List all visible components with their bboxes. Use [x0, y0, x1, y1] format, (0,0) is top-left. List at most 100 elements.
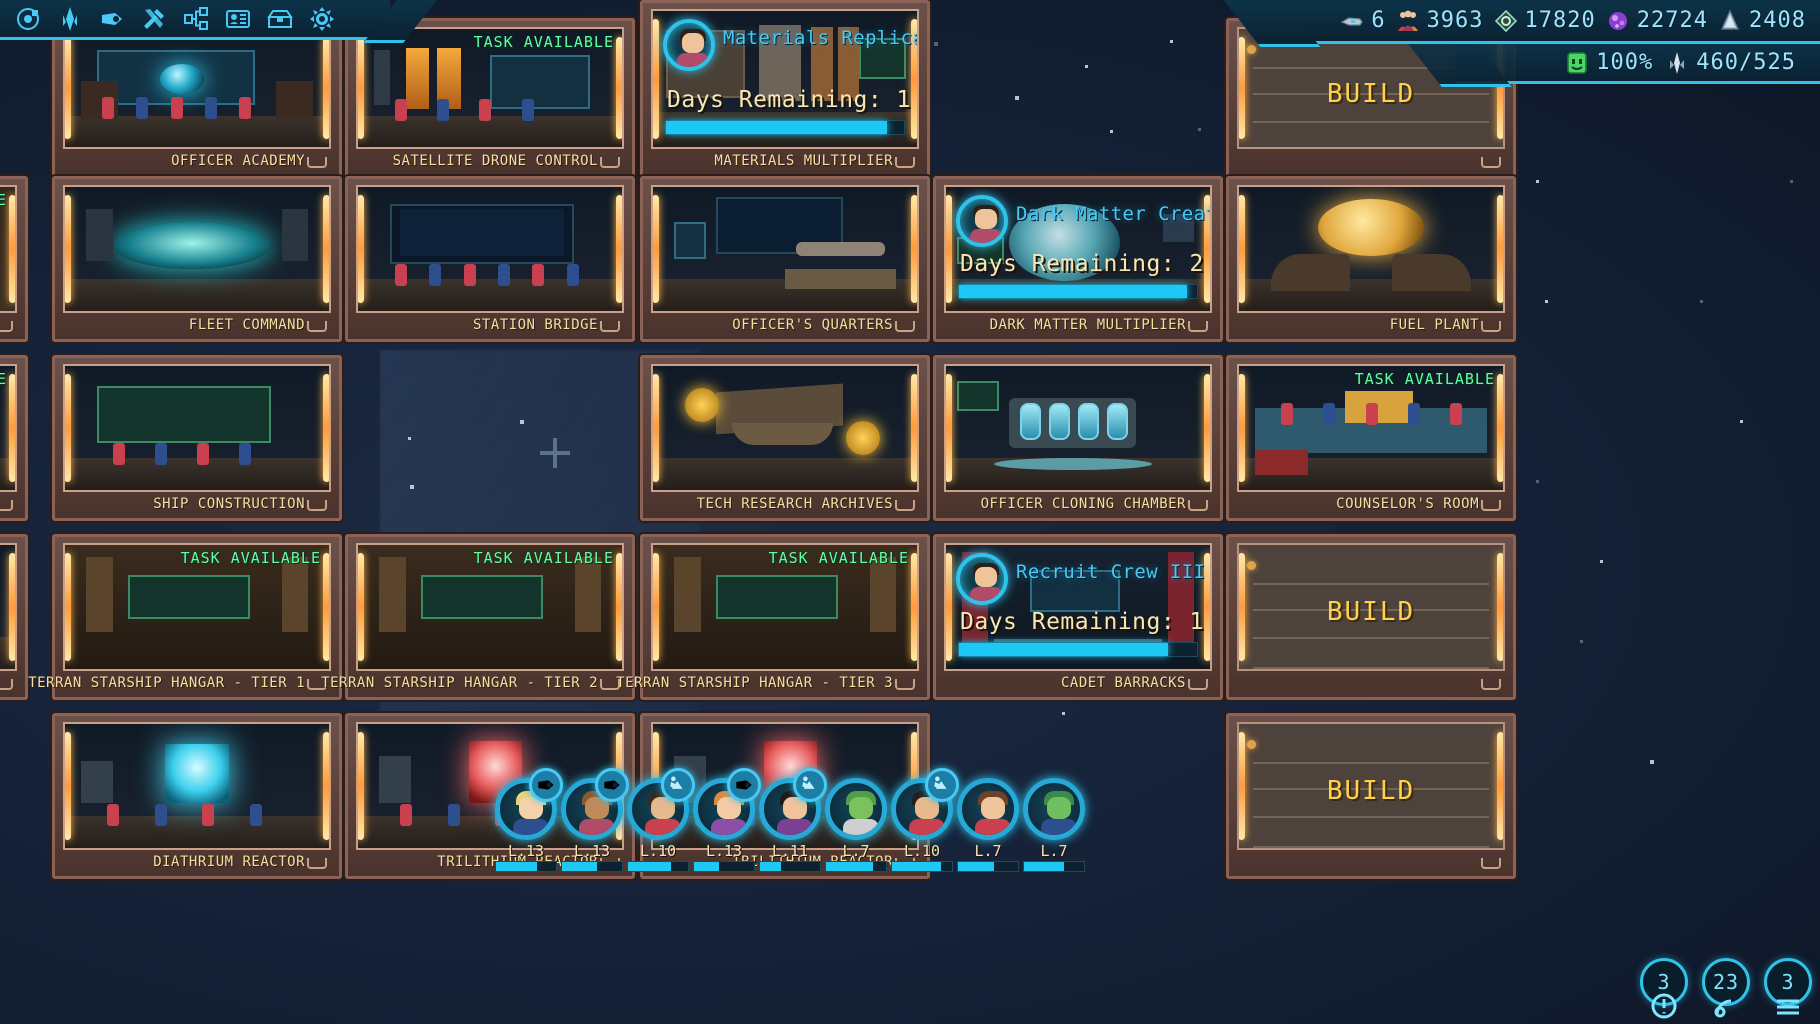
crew-member[interactable]: L.13 [693, 768, 761, 872]
scenery [202, 803, 215, 826]
resource-fleet-capacity: 460/525 [1665, 50, 1796, 75]
room-view[interactable] [63, 27, 331, 149]
room-view[interactable]: BUILD [1237, 543, 1505, 671]
scenery [1019, 403, 1042, 441]
room-view[interactable]: TASK AVAILABLE [0, 364, 17, 492]
crew-portrait[interactable] [1023, 778, 1085, 840]
room-tile-station-bridge[interactable]: STATION BRIDGE [345, 176, 635, 342]
scenery [96, 385, 271, 443]
build-label[interactable]: BUILD [1239, 597, 1503, 627]
room-tile-terran-starship-hangar-tier-2[interactable]: TASK AVAILABLE TERRAN STARSHIP HANGAR - T… [321, 534, 635, 700]
task-available-badge[interactable]: TASK AVAILABLE [474, 33, 614, 51]
fleet-icon[interactable] [52, 4, 88, 34]
shuttle-icon[interactable] [94, 4, 130, 34]
room-view[interactable] [356, 185, 624, 313]
room-label: SATELLITE DRONE CONTROL [348, 149, 632, 173]
room-tile-fleet-command[interactable]: FLEET COMMAND [52, 176, 342, 342]
room-tile-officer-cloning-chamber[interactable]: OFFICER CLONING CHAMBER [933, 355, 1223, 521]
task-available-badge[interactable]: TASK AVAILABLE [474, 549, 614, 567]
room-tile-tech-research-archives[interactable]: TECH RESEARCH ARCHIVES [640, 355, 930, 521]
tile-lamp-right [911, 553, 917, 661]
room-view[interactable]: TASK AVAILABLE [651, 543, 919, 671]
room-tile-officer-academy[interactable]: OFFICER ACADEMY [52, 18, 342, 178]
crew-shuttle-icon[interactable] [727, 768, 761, 802]
room-view[interactable] [1237, 185, 1505, 313]
crew-member[interactable]: L.7 [957, 778, 1019, 872]
room-view[interactable]: Recruit Crew III Days Remaining: 1 [944, 543, 1212, 671]
crew-member[interactable]: L.13 [495, 768, 563, 872]
room-tile-materials-multiplier[interactable]: Materials Replication IIIDays Remaining:… [640, 0, 930, 178]
crew-member[interactable]: L.11 [759, 768, 827, 872]
room-view[interactable] [0, 543, 17, 671]
scenery [154, 803, 167, 826]
room-view[interactable] [63, 364, 331, 492]
station-overview-icon[interactable] [10, 4, 46, 34]
room-tile-dark-matter-multiplier[interactable]: Dark Matter Creation IIIDays Remaining: … [933, 176, 1223, 342]
room-view[interactable] [651, 185, 919, 313]
room-label: OFFICER CLONING CHAMBER [936, 492, 1220, 516]
crew-roster-icon[interactable] [220, 4, 256, 34]
task-available-badge[interactable]: TASK AVAILABLE [181, 549, 321, 567]
room-tile-cadet-barracks[interactable]: Recruit Crew III Days Remaining: 1 CADET B… [933, 534, 1223, 700]
room-tile-build-slot-mid-right[interactable]: BUILD [1226, 534, 1516, 700]
scenery [479, 99, 492, 122]
room-view[interactable] [63, 722, 331, 850]
scenery [463, 264, 476, 287]
room-tile-reactor-tier-4-partial[interactable]: ER 4 [0, 534, 28, 700]
room-view[interactable]: Dark Matter Creation IIIDays Remaining: … [944, 185, 1212, 313]
room-view[interactable]: TASK AVAILABLE [356, 27, 624, 149]
task-available-badge[interactable]: TASK AVAILABLE [0, 191, 7, 209]
room-tile-science-lab-partial[interactable]: TASK AVAILABLE LAB [0, 355, 28, 521]
menu-button[interactable]: 3 [1764, 958, 1812, 1020]
room-tile-officers-quarters[interactable]: OFFICER'S QUARTERS [640, 176, 930, 342]
room-view[interactable] [63, 185, 331, 313]
tech-tree-icon[interactable] [178, 4, 214, 34]
task-available-badge[interactable]: TASK AVAILABLE [769, 549, 909, 567]
room-view[interactable]: TASK AVAILABLE [1237, 364, 1505, 492]
room-view[interactable]: Materials Replication IIIDays Remaining:… [651, 9, 919, 149]
tile-lamp-right [616, 37, 622, 139]
crew-member[interactable]: L.7 [1023, 778, 1085, 872]
cargo-icon[interactable] [262, 4, 298, 34]
room-tile-terran-starship-hangar-tier-1[interactable]: TASK AVAILABLE TERRAN STARSHIP HANGAR - T… [28, 534, 342, 700]
room-tile-diathrium-reactor[interactable]: DIATHRIUM REACTOR [52, 713, 342, 879]
alert-icon [1644, 992, 1684, 1020]
room-view[interactable]: BUILD [1237, 722, 1505, 850]
room-tile-hangar-bay-partial[interactable]: TASK AVAILABLE BAY [0, 176, 28, 342]
room-view[interactable]: TASK AVAILABLE [0, 185, 17, 313]
room-view[interactable]: TASK AVAILABLE [356, 543, 624, 671]
task-available-badge[interactable]: TASK AVAILABLE [1355, 370, 1495, 388]
crew-portrait[interactable] [825, 778, 887, 840]
alerts-button[interactable]: 3 [1640, 958, 1688, 1020]
crew-duty-icon[interactable] [661, 768, 695, 802]
bottom-hud[interactable]: 3 23 3 [1640, 958, 1812, 1020]
crew-portrait-dock[interactable]: L.13 L.13 L.10 L.13 L.11 L.7 L.10 L.7 L.7 [495, 768, 1085, 872]
construction-icon[interactable] [136, 4, 172, 34]
room-tile-build-slot-bottom-right[interactable]: BUILD [1226, 713, 1516, 879]
crew-member[interactable]: L.10 [891, 768, 959, 872]
room-view[interactable]: TASK AVAILABLE [63, 543, 331, 671]
crew-shuttle-icon[interactable] [595, 768, 629, 802]
main-toolbar[interactable] [0, 0, 390, 40]
crew-member[interactable]: L.13 [561, 768, 629, 872]
missions-button[interactable]: 23 [1702, 958, 1750, 1020]
crew-member[interactable]: L.10 [627, 768, 695, 872]
build-label[interactable]: BUILD [1239, 776, 1503, 806]
crew-shuttle-icon[interactable] [529, 768, 563, 802]
crew-portrait[interactable] [957, 778, 1019, 840]
room-tile-terran-starship-hangar-tier-3[interactable]: TASK AVAILABLE TERRAN STARSHIP HANGAR - T… [616, 534, 930, 700]
scenery [101, 96, 114, 119]
scenery [400, 803, 413, 826]
crew-member[interactable]: L.7 [825, 778, 887, 872]
crew-duty-icon[interactable] [793, 768, 827, 802]
room-tile-counselors-room[interactable]: TASK AVAILABLE COUNSELOR'S ROOM [1226, 355, 1516, 521]
scenery [1107, 403, 1129, 441]
scenery [165, 743, 229, 804]
room-view[interactable] [944, 364, 1212, 492]
room-tile-fuel-plant[interactable]: FUEL PLANT [1226, 176, 1516, 342]
settings-icon[interactable] [304, 4, 340, 34]
room-view[interactable] [651, 364, 919, 492]
room-tile-ship-construction[interactable]: SHIP CONSTRUCTION [52, 355, 342, 521]
crew-duty-icon[interactable] [925, 768, 959, 802]
task-available-badge[interactable]: TASK AVAILABLE [0, 370, 7, 388]
